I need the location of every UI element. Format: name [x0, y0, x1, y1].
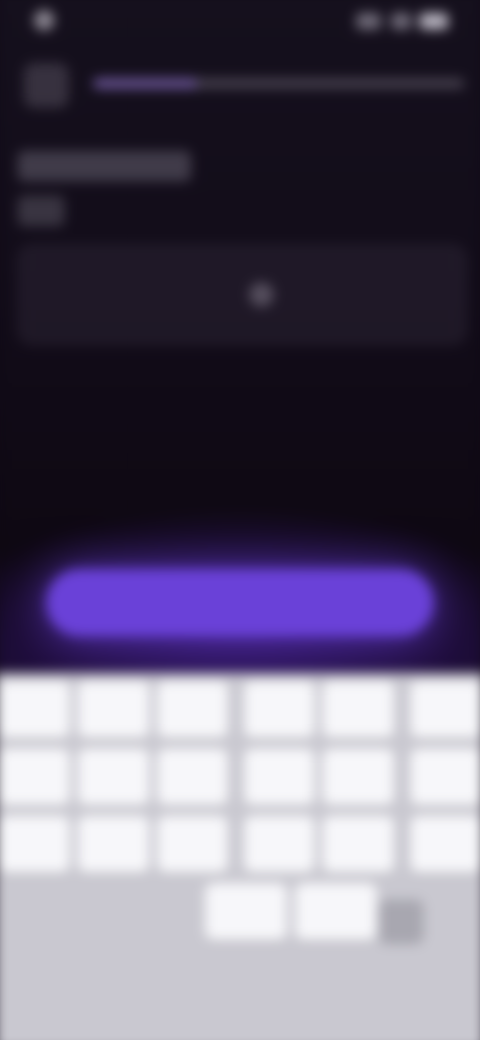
title-line-1: [17, 150, 192, 182]
key[interactable]: [244, 681, 315, 739]
wifi-icon: [390, 13, 412, 30]
key[interactable]: [295, 883, 377, 941]
status-icons: [356, 10, 449, 32]
key[interactable]: [322, 815, 394, 873]
input-cursor: [249, 282, 274, 307]
key[interactable]: [205, 883, 287, 941]
key[interactable]: [322, 748, 394, 806]
keyboard-row-1: [0, 681, 480, 739]
status-time: [33, 10, 55, 31]
back-button[interactable]: [23, 63, 69, 108]
key[interactable]: [409, 815, 480, 873]
continue-button[interactable]: [46, 568, 434, 637]
backspace-icon[interactable]: [378, 899, 424, 945]
keyboard-row-2: [0, 748, 480, 806]
header: [0, 53, 480, 118]
on-screen-keyboard: [0, 673, 480, 1040]
key[interactable]: [409, 681, 480, 739]
battery-icon: [419, 13, 449, 30]
signal-icon: [356, 13, 381, 30]
key[interactable]: [78, 681, 149, 739]
key[interactable]: [244, 815, 315, 873]
key[interactable]: [0, 748, 70, 806]
key[interactable]: [0, 815, 70, 873]
progress-bar: [93, 78, 465, 89]
key[interactable]: [157, 748, 228, 806]
keyboard-row-3: [0, 815, 480, 873]
key[interactable]: [322, 681, 394, 739]
key[interactable]: [157, 815, 228, 873]
app-screen: [0, 0, 480, 1040]
status-bar: [0, 0, 480, 51]
input-card[interactable]: [17, 244, 467, 345]
key[interactable]: [0, 681, 70, 739]
title-line-2: [17, 195, 65, 227]
key[interactable]: [78, 748, 149, 806]
page-title: [17, 150, 283, 227]
key[interactable]: [78, 815, 149, 873]
text-input[interactable]: [39, 276, 237, 315]
key[interactable]: [157, 681, 228, 739]
key[interactable]: [409, 748, 480, 806]
progress-fill: [93, 78, 198, 89]
continue-button-label: [46, 569, 434, 636]
key[interactable]: [244, 748, 315, 806]
